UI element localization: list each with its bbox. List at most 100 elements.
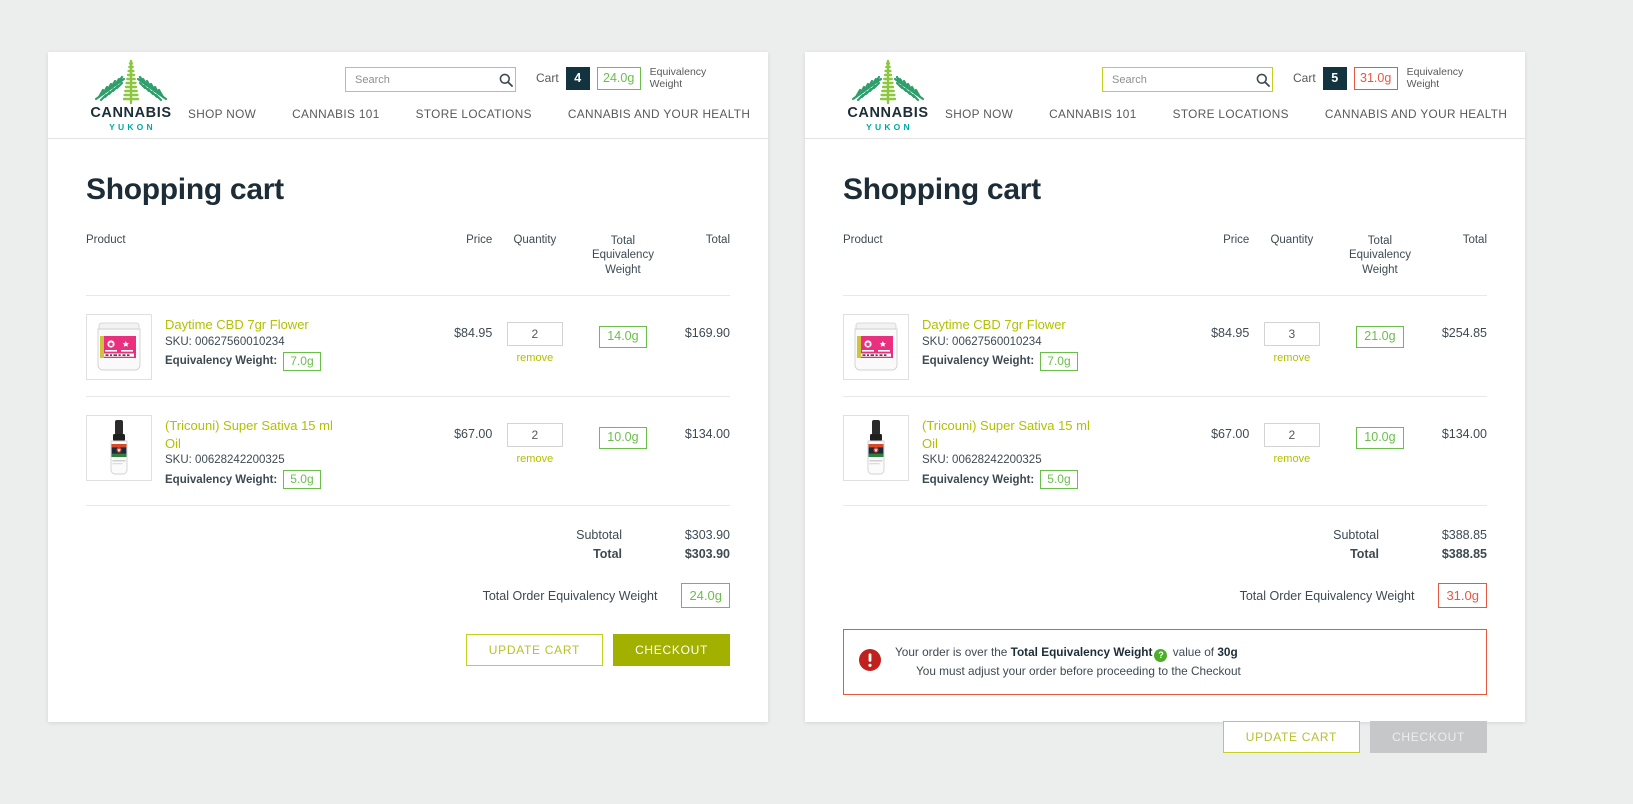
total-row: Total $303.90: [86, 547, 730, 561]
cart-actions: UPDATE CART CHECKOUT: [86, 634, 730, 696]
equivalency-weight-caption: Equivalency Weight: [650, 66, 707, 90]
subtotal-row: Subtotal $388.85: [843, 528, 1487, 542]
cart-summary: Cart 4 24.0g Equivalency Weight: [536, 66, 706, 90]
search-box[interactable]: [1102, 67, 1273, 92]
search-input[interactable]: [1103, 73, 1254, 86]
order-eqw-badge: 24.0g: [681, 583, 730, 609]
update-cart-button[interactable]: UPDATE CART: [465, 634, 604, 667]
warning-line-1: Your order is over the Total Equivalency…: [895, 645, 1238, 663]
cart-table: Product Price Quantity Total Equivalency Weig…: [843, 234, 1487, 507]
column-header-price: Price: [1178, 234, 1250, 297]
warning-line1-mid: value of: [1169, 645, 1218, 660]
quantity-input[interactable]: [506, 423, 563, 448]
product-price: $84.95: [421, 295, 493, 398]
quantity-input[interactable]: [1263, 423, 1320, 448]
cart-count-badge[interactable]: 5: [1322, 66, 1347, 90]
total-equivalency-weight-cell: 10.0g: [577, 396, 669, 507]
remove-item-link[interactable]: remove: [1249, 453, 1334, 465]
row-total: $254.85: [1425, 295, 1487, 398]
cart-label: Cart: [536, 71, 559, 86]
product-thumbnail[interactable]: [86, 314, 152, 381]
site-logo[interactable]: CANNABIS YUKON: [841, 59, 935, 133]
order-eqw-badge: 31.0g: [1438, 583, 1487, 609]
product-sku-label: SKU:: [922, 335, 949, 348]
product-eqw-label: Equivalency Weight:: [922, 355, 1035, 368]
checkout-button[interactable]: CHECKOUT: [613, 634, 730, 667]
product-equivalency-weight: Equivalency Weight: 5.0g: [165, 470, 333, 490]
cannabis-leaf-icon: [90, 59, 172, 105]
total-equivalency-weight-cell: 10.0g: [1334, 396, 1426, 507]
column-header-total-equivalency-weight: Total Equivalency Weight: [1334, 234, 1426, 297]
table-row: (Tricouni) Super Sativa 15 ml Oil SKU: 00…: [86, 396, 730, 507]
remove-item-link[interactable]: remove: [1249, 352, 1334, 364]
column-header-price: Price: [421, 234, 493, 297]
nav-item-store-locations[interactable]: STORE LOCATIONS: [1173, 107, 1289, 121]
product-equivalency-weight: Equivalency Weight: 7.0g: [922, 351, 1078, 371]
order-eqw-label: Total Order Equivalency Weight: [482, 588, 658, 603]
column-header-total-equivalency-weight: Total Equivalency Weight: [577, 234, 669, 297]
product-cell: Daytime CBD 7gr Flower SKU: 0062756001023…: [86, 295, 422, 398]
site-header: CANNABISYUKON Cart 424.0g EquivalencyWeight…: [48, 52, 768, 139]
row-total-eqw-badge: 10.0g: [1356, 427, 1404, 449]
product-name-link[interactable]: (Tricouni) Super Sativa 15 ml Oil: [922, 417, 1090, 452]
product-name-link[interactable]: Daytime CBD 7gr Flower: [922, 316, 1078, 334]
nav-item-shop-now[interactable]: SHOP NOW: [945, 107, 1013, 121]
logo-wordmark: CANNABIS: [90, 105, 172, 121]
help-question-icon[interactable]: ?: [1154, 649, 1168, 663]
product-thumbnail[interactable]: [843, 314, 909, 381]
total-equivalency-weight-cell: 21.0g: [1334, 295, 1426, 398]
cart-count-badge[interactable]: 4: [565, 66, 590, 90]
remove-item-link[interactable]: remove: [492, 453, 577, 465]
logo-subtitle: YUKON: [866, 122, 913, 133]
logo-subtitle: YUKON: [109, 122, 156, 133]
row-total: $134.00: [668, 396, 730, 507]
row-total: $169.90: [668, 295, 730, 398]
product-price: $67.00: [1178, 396, 1250, 507]
search-input[interactable]: [346, 73, 497, 86]
table-header-row: Product Price Quantity Total Equivalency Weig…: [843, 234, 1487, 297]
search-icon[interactable]: [1254, 68, 1272, 91]
site-logo[interactable]: CANNABIS YUKON: [84, 59, 178, 133]
remove-item-link[interactable]: remove: [492, 352, 577, 364]
search-box[interactable]: [345, 67, 516, 92]
product-sku-label: SKU:: [165, 454, 192, 467]
over-limit-warning: Your order is over the Total Equivalency…: [843, 629, 1487, 696]
warning-line1-limit: 30g: [1217, 645, 1238, 660]
cart-summary: Cart 5 31.0g Equivalency Weight: [1293, 66, 1463, 90]
product-eqw-badge: 7.0g: [1040, 351, 1078, 371]
quantity-cell: remove: [1249, 396, 1335, 507]
total-value: $388.85: [1441, 547, 1487, 562]
search-icon[interactable]: [497, 68, 515, 91]
nav-item-cannabis-101[interactable]: CANNABIS 101: [1049, 107, 1136, 121]
equivalency-caption-line1: Equivalency: [1406, 66, 1464, 78]
nav-item-shop-now[interactable]: SHOP NOW: [188, 107, 256, 121]
column-header-quantity: Quantity: [492, 234, 578, 297]
cart-actions: UPDATE CART CHECKOUT: [843, 721, 1487, 783]
nav-item-store-locations[interactable]: STORE LOCATIONS: [416, 107, 532, 121]
nav-item-cannabis-101[interactable]: CANNABIS 101: [292, 107, 379, 121]
product-name-link[interactable]: (Tricouni) Super Sativa 15 ml Oil: [165, 417, 333, 452]
column-header-total: Total: [1425, 234, 1487, 297]
column-header-teq-line1: Total: [1367, 235, 1393, 247]
nav-item-cannabis-and-your-health[interactable]: CANNABIS AND YOUR HEALTH: [568, 107, 750, 121]
column-header-teq-line2: Equivalency: [591, 249, 654, 262]
quantity-input[interactable]: [506, 322, 563, 347]
table-row: Daytime CBD 7gr Flower SKU: 0062756001023…: [86, 295, 730, 398]
product-sku-value: 00627560010234: [195, 335, 285, 348]
column-header-total: Total: [668, 234, 730, 297]
equivalency-weight-caption: Equivalency Weight: [1407, 66, 1464, 90]
product-name-link[interactable]: Daytime CBD 7gr Flower: [165, 316, 321, 334]
subtotal-value: $388.85: [1441, 528, 1487, 543]
column-header-product: Product: [86, 234, 422, 297]
product-cell: Daytime CBD 7gr Flower SKU: 0062756001023…: [843, 295, 1179, 398]
quantity-input[interactable]: [1263, 322, 1320, 347]
update-cart-button[interactable]: UPDATE CART: [1222, 721, 1361, 754]
order-equivalency-weight-row: Total Order Equivalency Weight 31.0g: [843, 583, 1487, 609]
product-thumbnail[interactable]: [843, 415, 909, 482]
order-totals: Subtotal $303.90 Total $303.90 Total Order E…: [86, 528, 730, 609]
product-eqw-label: Equivalency Weight:: [165, 355, 278, 368]
cart-body: Shopping cart Product Price Quantity Total Eq…: [805, 139, 1525, 783]
product-equivalency-weight: Equivalency Weight: 5.0g: [922, 470, 1090, 490]
nav-item-cannabis-and-your-health[interactable]: CANNABIS AND YOUR HEALTH: [1325, 107, 1507, 121]
product-thumbnail[interactable]: [86, 415, 152, 482]
